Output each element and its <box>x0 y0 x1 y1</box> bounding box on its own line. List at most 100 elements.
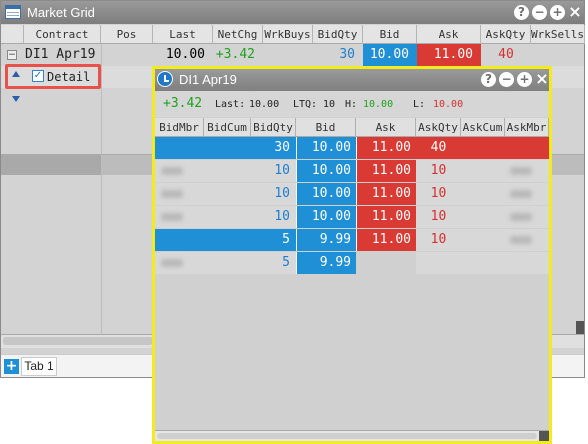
redacted-ask-member <box>510 236 532 244</box>
detail-titlebar[interactable]: DI1 Apr19 ? − + × <box>155 69 549 91</box>
summary-netchg: +3.42 <box>163 96 203 111</box>
close-icon[interactable]: × <box>568 4 582 20</box>
net-change: +3.42 <box>215 47 255 62</box>
dom-row[interactable]: 10 10.00 11.00 10 <box>155 160 549 182</box>
detail-title: DI1 Apr19 <box>179 72 237 87</box>
dom-bidqty: 10 <box>274 209 290 224</box>
market-grid-titlebar[interactable]: Market Grid ? − + × <box>1 1 584 24</box>
dom-col-askcum[interactable]: AskCum <box>461 118 505 137</box>
dom-bid[interactable]: 10.00 <box>296 183 356 205</box>
dom-bidqty: 10 <box>274 163 290 178</box>
redacted-bid-member <box>161 190 183 198</box>
scrollbar-thumb[interactable] <box>157 433 537 439</box>
dom-ask[interactable]: 11.00 <box>356 206 416 228</box>
dom-col-bidcum[interactable]: BidCum <box>204 118 251 137</box>
dom-askqty: 10 <box>430 163 447 178</box>
col-header-last[interactable]: Last <box>153 25 213 44</box>
scrollbar-corner <box>539 431 549 441</box>
detail-label: Detail <box>47 70 91 84</box>
dom-askqty: 10 <box>430 186 447 201</box>
grid-line <box>101 44 102 334</box>
redacted-bid-member <box>161 167 183 175</box>
col-header-netchg[interactable]: NetChg <box>213 25 263 44</box>
bid-price[interactable]: 10.00 <box>363 44 417 66</box>
summary-ltq-label: LTQ: <box>293 99 318 110</box>
col-header-pos[interactable]: Pos <box>101 25 153 44</box>
col-header-askqty[interactable]: AskQty <box>481 25 531 44</box>
redacted-bid-member <box>161 213 183 221</box>
summary-high-value: 10.00 <box>363 99 394 110</box>
redacted-ask-member <box>510 213 532 221</box>
dom-bidqty: 5 <box>282 232 290 247</box>
market-grid-title: Market Grid <box>27 5 95 20</box>
dom-ask[interactable]: 11.00 <box>356 137 416 159</box>
redacted-ask-member <box>510 190 532 198</box>
summary-low-value: 10.00 <box>433 99 464 110</box>
dom-ask-empty[interactable] <box>356 252 416 274</box>
dom-col-bidmbr[interactable]: BidMbr <box>155 118 204 137</box>
detail-window: DI1 Apr19 ? − + × +3.42 Last: 10.00 LTQ:… <box>152 66 552 444</box>
dom-bid[interactable]: 10.00 <box>296 137 356 159</box>
dom-ask[interactable]: 11.00 <box>356 229 416 251</box>
dom-ask[interactable]: 11.00 <box>356 160 416 182</box>
dom-bid[interactable]: 10.00 <box>296 206 356 228</box>
dom-row[interactable]: 10 10.00 11.00 10 <box>155 183 549 205</box>
tab-1[interactable]: Tab 1 <box>21 357 57 376</box>
dom-bid[interactable]: 9.99 <box>296 252 356 274</box>
redacted-bid-member <box>161 259 183 267</box>
minimize-icon[interactable]: − <box>499 72 514 87</box>
dom-row[interactable]: 5 9.99 <box>155 252 549 274</box>
minimize-icon[interactable]: − <box>532 5 547 20</box>
dom-col-bidqty[interactable]: BidQty <box>251 118 296 137</box>
dom-askqty: 10 <box>430 209 447 224</box>
expand-arrow-up-icon[interactable] <box>12 71 20 77</box>
dom-col-ask[interactable]: Ask <box>356 118 416 137</box>
detail-checkbox[interactable]: ✓ <box>32 70 44 82</box>
summary-last-value: 10.00 <box>249 99 280 110</box>
close-icon[interactable]: × <box>535 71 549 87</box>
help-icon[interactable]: ? <box>481 72 496 87</box>
dom-col-askmbr[interactable]: AskMbr <box>505 118 549 137</box>
add-tab-button[interactable]: + <box>4 359 19 374</box>
dom-col-bid[interactable]: Bid <box>296 118 356 137</box>
grid-icon <box>5 5 21 19</box>
ask-price[interactable]: 11.00 <box>417 44 481 66</box>
dom-bidqty: 10 <box>274 186 290 201</box>
maximize-icon[interactable]: + <box>517 72 532 87</box>
ask-qty: 40 <box>498 47 514 62</box>
help-icon[interactable]: ? <box>514 5 529 20</box>
summary-high-label: H: <box>345 99 358 110</box>
contract-name: DI1 Apr19 <box>25 47 96 62</box>
redacted-ask-member <box>510 167 532 175</box>
dom-bidqty: 30 <box>274 140 290 155</box>
scrollbar-thumb[interactable] <box>3 337 153 345</box>
col-header-wrkbuys[interactable]: WrkBuys <box>263 25 313 44</box>
dom-askqty <box>416 252 461 274</box>
detail-horizontal-scrollbar[interactable] <box>155 430 549 441</box>
col-header-wrksells[interactable]: WrkSells <box>531 25 585 44</box>
col-header-contract[interactable]: Contract <box>24 25 101 44</box>
summary-ltq-value: 10 <box>323 99 336 110</box>
maximize-icon[interactable]: + <box>550 5 565 20</box>
summary-bar: +3.42 Last: 10.00 LTQ: 10 H: 10.00 L: 10… <box>155 91 549 117</box>
dom-col-askqty[interactable]: AskQty <box>416 118 461 137</box>
col-header-ask[interactable]: Ask <box>417 25 481 44</box>
dom-bid[interactable]: 10.00 <box>296 160 356 182</box>
bid-qty: 30 <box>339 47 355 62</box>
scrollbar-corner <box>576 321 584 334</box>
collapse-toggle[interactable]: − <box>7 50 17 60</box>
dom-bid[interactable]: 9.99 <box>296 229 356 251</box>
dom-ask[interactable]: 11.00 <box>356 183 416 205</box>
summary-low-label: L: <box>413 99 426 110</box>
col-header-bidqty[interactable]: BidQty <box>313 25 363 44</box>
dom-askqty: 10 <box>430 232 447 247</box>
col-header-bid[interactable]: Bid <box>363 25 417 44</box>
dom-row[interactable]: 5 9.99 11.00 10 <box>155 229 549 251</box>
expand-arrow-down-icon[interactable] <box>12 96 20 102</box>
dom-bidqty: 5 <box>282 255 290 270</box>
summary-last-label: Last: <box>215 99 246 110</box>
market-row[interactable]: − DI1 Apr19 10.00 +3.42 30 10.00 11.00 4… <box>1 44 584 66</box>
dom-row[interactable]: 30 10.00 11.00 40 <box>155 137 549 159</box>
dom-askqty: 40 <box>430 140 447 155</box>
dom-row[interactable]: 10 10.00 11.00 10 <box>155 206 549 228</box>
